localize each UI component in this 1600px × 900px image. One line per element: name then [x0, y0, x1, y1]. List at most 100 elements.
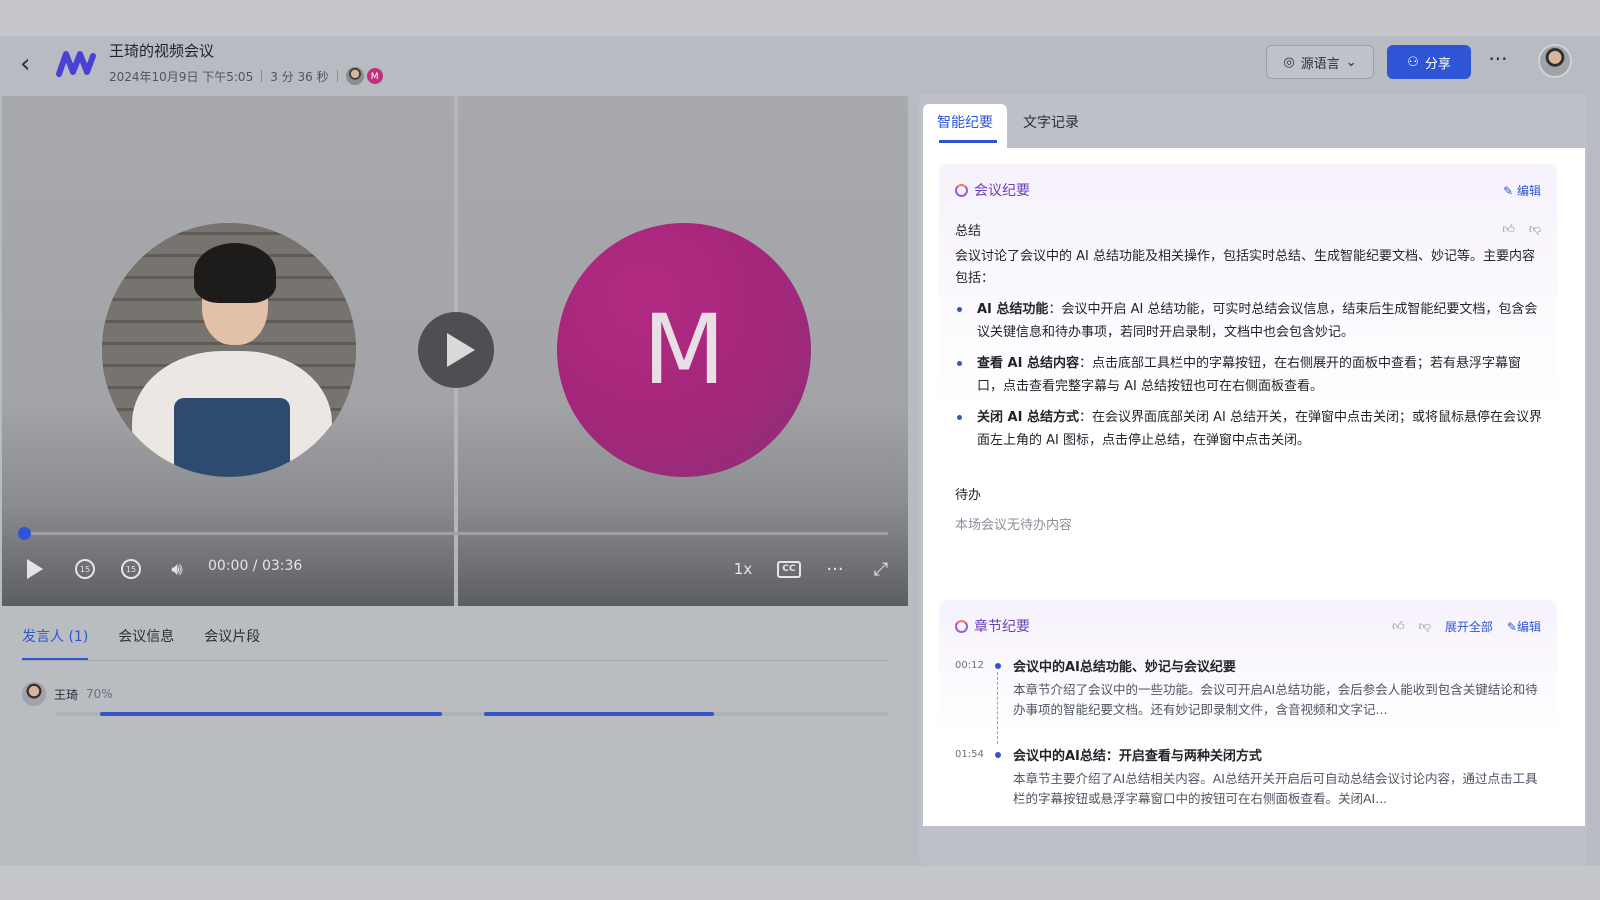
play-overlay-button[interactable] — [418, 312, 494, 388]
speaker-row[interactable]: 王琦 70% — [22, 682, 113, 706]
chapter-actions: 👍︎ 👎︎ 展开全部 ✎编辑 — [1392, 618, 1541, 635]
pencil-icon: ✎ — [1503, 184, 1514, 198]
thumbs-down-icon[interactable]: 👎︎ — [1529, 222, 1541, 237]
play-icon[interactable] — [22, 554, 48, 584]
tab-transcript[interactable]: 文字记录 — [1009, 104, 1093, 148]
chapter-title: 会议中的AI总结功能、妙记与会议纪要 — [1013, 660, 1236, 675]
source-language-label: 源语言 — [1300, 56, 1340, 72]
share-button[interactable]: ⚇ 分享 — [1387, 45, 1471, 79]
tab-smart-minutes-label: 智能纪要 — [937, 115, 993, 131]
chapter-heading: 章节纪要 — [974, 619, 1030, 635]
ai-icon — [955, 183, 968, 197]
playback-time: 00:00 / 03:36 — [208, 558, 303, 574]
speaker-percent: 70% — [86, 687, 113, 701]
bullet-item: 查看 AI 总结内容：点击底部工具栏中的字幕按钮，在右侧展开的面板中查看；若有悬… — [955, 352, 1545, 398]
chapter-header: 章节纪要 — [955, 616, 1030, 636]
meeting-minutes-app: ‹ 王琦的视频会议 2024年10月9日 下午5:05 3 分 36 秒 M ◎… — [0, 36, 1600, 866]
captions-button[interactable]: CC — [774, 554, 804, 584]
playback-progress-bar[interactable] — [18, 527, 888, 540]
speaker-avatar — [22, 682, 46, 706]
fullscreen-icon[interactable]: ⤢ — [866, 554, 896, 584]
people-icon: ⚇ — [1407, 54, 1419, 70]
timeline-dot — [995, 663, 1001, 669]
chapter-time[interactable]: 01:54 — [955, 749, 984, 760]
left-tabs: 发言人 (1) 会议信息 会议片段 — [22, 626, 260, 661]
chevron-down-icon: ⌄ — [1345, 54, 1357, 70]
summary-heading: 会议纪要 — [974, 183, 1030, 199]
tab-speakers[interactable]: 发言人 (1) — [22, 626, 89, 661]
bullet-text: ：会议中开启 AI 总结功能，可实时总结会议信息，结束后生成智能纪要文档，包含会… — [977, 302, 1538, 340]
edit-label: 编辑 — [1516, 620, 1541, 634]
summary-card: 会议纪要 ✎ 编辑 总结 👍︎ 👎︎ 会议讨论了会议中的 AI 总结功能及相关操… — [939, 164, 1557, 578]
expand-all-button[interactable]: 展开全部 — [1445, 618, 1493, 635]
source-language-dropdown[interactable]: ◎ 源语言 ⌄ — [1266, 45, 1374, 79]
thumbs-down-icon[interactable]: 👎︎ — [1419, 619, 1431, 634]
summary-header: 会议纪要 — [955, 180, 1030, 200]
meeting-date: 2024年10月9日 下午5:05 — [109, 69, 254, 84]
timeline-dot — [995, 752, 1001, 758]
forward-15-icon: 15 — [121, 559, 141, 579]
video-more-icon[interactable]: ··· — [820, 554, 850, 584]
speaker-timeline[interactable] — [56, 712, 888, 716]
playback-speed-button[interactable]: 1x — [728, 554, 758, 584]
playhead-handle[interactable] — [18, 527, 31, 540]
summary-label: 总结 — [955, 224, 982, 239]
user-avatar[interactable] — [1538, 44, 1572, 78]
thumbs-up-icon[interactable]: 👍︎ — [1502, 222, 1515, 237]
chapter-time[interactable]: 00:12 — [955, 660, 984, 671]
todo-label: 待办 — [955, 488, 982, 503]
minutes-content: 会议纪要 ✎ 编辑 总结 👍︎ 👎︎ 会议讨论了会议中的 AI 总结功能及相关操… — [923, 148, 1585, 826]
translate-icon: ◎ — [1283, 54, 1295, 70]
volume-icon[interactable]: 🔊︎ — [162, 554, 192, 584]
bottom-margin — [0, 866, 1600, 900]
tab-meeting-clips[interactable]: 会议片段 — [204, 626, 260, 661]
apron — [174, 398, 290, 477]
cc-icon: CC — [777, 560, 801, 578]
tabs-divider — [22, 660, 888, 661]
bullet-title: 关闭 AI 总结方式 — [977, 410, 1079, 425]
chapter-item[interactable]: 01:54 会议中的AI总结：开启查看与两种关闭方式 本章节主要介绍了AI总结相… — [955, 745, 1555, 825]
todo-empty-text: 本场会议无待办内容 — [955, 518, 1073, 533]
bullet-title: AI 总结功能 — [977, 302, 1049, 317]
back-button[interactable]: ‹ — [20, 50, 44, 78]
ai-icon — [955, 619, 968, 633]
speech-segment[interactable] — [100, 712, 442, 716]
feedback-buttons: 👍︎ 👎︎ — [1502, 222, 1541, 237]
participant-avatar-m[interactable]: M — [365, 67, 384, 85]
edit-summary-button[interactable]: ✎ 编辑 — [1503, 182, 1541, 199]
bullet-title: 查看 AI 总结内容 — [977, 356, 1079, 371]
top-bar: ‹ 王琦的视频会议 2024年10月9日 下午5:05 3 分 36 秒 M ◎… — [0, 36, 1600, 96]
more-options-icon[interactable]: ··· — [1483, 46, 1513, 76]
meeting-meta: 2024年10月9日 下午5:05 3 分 36 秒 M — [109, 67, 384, 85]
chapter-item[interactable]: 00:12 会议中的AI总结功能、妙记与会议纪要 本章节介绍了会议中的一些功能。… — [955, 656, 1555, 744]
left-lower-panel: 发言人 (1) 会议信息 会议片段 王琦 70% — [0, 606, 910, 866]
chapter-card: 章节纪要 👍︎ 👎︎ 展开全部 ✎编辑 00:12 会议中的AI总结功能、妙记与… — [939, 600, 1557, 826]
participant-video-tile — [102, 223, 356, 477]
participant-avatar[interactable] — [345, 67, 364, 85]
edit-label: 编辑 — [1516, 184, 1541, 198]
summary-intro: 会议讨论了会议中的 AI 总结功能及相关操作，包括实时总结、生成智能纪要文档、妙… — [955, 249, 1535, 286]
tab-meeting-info[interactable]: 会议信息 — [118, 626, 174, 661]
chevron-left-icon: ‹ — [20, 49, 31, 79]
edit-chapters-button[interactable]: ✎编辑 — [1507, 618, 1541, 635]
speech-segment[interactable] — [484, 712, 714, 716]
forward-15-button[interactable]: 15 — [116, 554, 146, 584]
bullet-item: AI 总结功能：会议中开启 AI 总结功能，可实时总结会议信息，结束后生成智能纪… — [955, 298, 1545, 344]
pencil-icon: ✎ — [1506, 620, 1517, 634]
bullet-item: 关闭 AI 总结方式：在会议界面底部关闭 AI 总结开关，在弹窗中点击关闭；或将… — [955, 406, 1545, 452]
chapter-title: 会议中的AI总结：开启查看与两种关闭方式 — [1013, 749, 1262, 764]
divider — [261, 70, 263, 82]
thumbs-up-icon[interactable]: 👍︎ — [1392, 619, 1405, 634]
rewind-15-button[interactable]: 15 — [70, 554, 100, 584]
divider — [336, 70, 338, 82]
right-tabs: 智能纪要 文字记录 — [919, 104, 1587, 149]
meeting-title: 王琦的视频会议 — [109, 42, 215, 60]
meeting-duration: 3 分 36 秒 — [270, 69, 329, 84]
rewind-15-icon: 15 — [75, 559, 95, 579]
speaker-name: 王琦 — [54, 687, 79, 702]
video-player[interactable]: M 15 15 🔊︎ 00:00 / 03:36 1x CC ··· ⤢ — [2, 96, 908, 606]
hair — [194, 243, 276, 303]
chapter-description: 本章节介绍了会议中的一些功能。会议可开启AI总结功能，会后参会人能收到包含关键结… — [1013, 682, 1538, 717]
participant-avatar-tile: M — [557, 223, 811, 477]
chapter-description: 本章节主要介绍了AI总结相关内容。AI总结开关开启后可自动总结会议讨论内容，通过… — [1013, 771, 1538, 806]
